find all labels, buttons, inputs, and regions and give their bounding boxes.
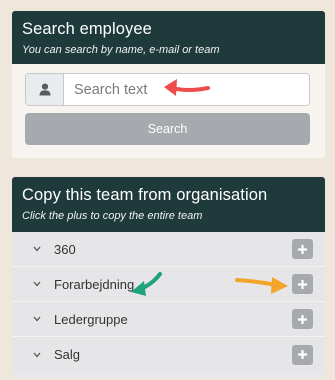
search-employee-panel: Search employee You can search by name, … [12,11,325,158]
team-item-label: 360 [54,241,76,257]
search-input-group [25,73,310,106]
team-list: 360 Forarbejdning Ledergruppe Salg [12,232,325,372]
search-panel-title: Search employee [22,20,152,38]
plus-icon [298,244,307,254]
add-team-forarbejdning-button[interactable] [292,274,313,294]
plus-icon [298,279,307,289]
plus-icon [298,350,307,359]
team-item-ledergruppe[interactable]: Ledergruppe [12,302,325,337]
user-icon [26,74,64,105]
search-button[interactable]: Search [25,113,310,145]
search-input[interactable] [64,74,309,105]
add-team-ledergruppe-button[interactable] [292,309,313,329]
add-team-360-button[interactable] [292,239,313,259]
add-team-salg-button[interactable] [292,344,313,365]
chevron-down-icon[interactable] [30,242,44,256]
team-item-forarbejdning[interactable]: Forarbejdning [12,267,325,302]
plus-icon [298,314,307,324]
team-item-label: Salg [54,347,81,362]
team-panel-header: Copy this team from organisation Click t… [12,177,325,232]
chevron-down-icon[interactable] [30,277,44,291]
team-panel-title: Copy this team from organisation [22,186,268,204]
team-item-label: Ledergruppe [54,311,128,327]
search-panel-subtitle: You can search by name, e-mail or team [22,44,220,56]
copy-team-panel: Copy this team from organisation Click t… [12,177,325,378]
chevron-down-icon[interactable] [30,312,44,326]
chevron-down-icon[interactable] [30,348,44,362]
team-item-label: Forarbejdning [54,276,135,292]
team-item-360[interactable]: 360 [12,232,325,267]
team-item-salg[interactable]: Salg [12,337,325,372]
search-panel-header: Search employee You can search by name, … [12,11,325,64]
team-panel-subtitle: Click the plus to copy the entire team [22,210,203,222]
